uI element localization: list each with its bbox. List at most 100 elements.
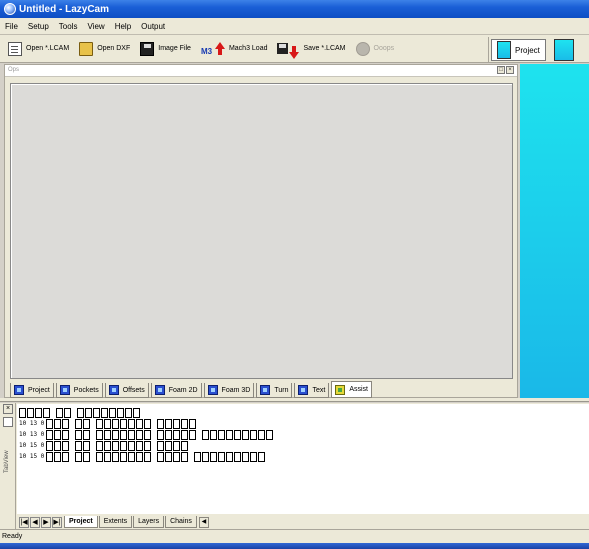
close-icon[interactable]: ×	[506, 66, 514, 74]
log-line: 10 15 0	[19, 451, 589, 462]
missing-glyph-box	[43, 407, 50, 418]
tabview-strip: × TabView	[2, 403, 16, 529]
missing-glyph-box	[266, 429, 274, 440]
missing-glyph-box	[165, 429, 173, 440]
ops-controls: □ ×	[496, 66, 514, 74]
tab-text[interactable]: Text	[294, 383, 330, 398]
missing-glyph-box	[125, 407, 132, 418]
ops-title: Ops	[8, 67, 20, 73]
ops-tab-strip: Project Pockets Offsets Foam 2D Foam 3D …	[10, 380, 374, 398]
missing-glyph-box	[75, 451, 83, 462]
missing-glyph-box	[173, 451, 181, 462]
project-view-icon	[497, 41, 511, 59]
missing-glyph-box	[181, 418, 189, 429]
missing-glyph-box	[46, 440, 54, 451]
save-lcam-button[interactable]: Save *.LCAM	[277, 38, 346, 60]
missing-glyph-box	[226, 429, 234, 440]
menu-tools[interactable]: Tools	[59, 22, 78, 31]
tab-project[interactable]: Project	[10, 383, 54, 398]
missing-glyph-box	[202, 429, 210, 440]
missing-glyph-box	[19, 407, 26, 418]
menu-view[interactable]: View	[87, 22, 104, 31]
missing-glyph-box	[83, 451, 91, 462]
foam-3d-tab-icon	[207, 385, 218, 395]
ooops-button[interactable]: Ooops	[355, 38, 394, 60]
panel-splitter[interactable]	[0, 398, 589, 402]
save-lcam-label: Save *.LCAM	[303, 45, 346, 52]
message-log[interactable]: 10 13 0 10 13 0 10 15 0 10 15 0	[17, 404, 589, 514]
missing-glyph-box	[157, 429, 165, 440]
tab-offsets[interactable]: Offsets	[104, 383, 149, 398]
missing-glyph-box	[46, 451, 54, 462]
bottom-tab-chains[interactable]: Chains	[165, 516, 197, 528]
missing-glyph-box	[27, 407, 34, 418]
missing-glyph-box	[83, 440, 91, 451]
missing-glyph-box	[96, 418, 104, 429]
missing-glyph-box	[165, 440, 173, 451]
missing-glyph-box	[96, 451, 104, 462]
bottom-tab-project[interactable]: Project	[64, 516, 98, 528]
missing-glyph-box	[226, 451, 234, 462]
turn-tab-icon	[260, 385, 271, 395]
tab-foam-2d[interactable]: Foam 2D	[150, 383, 202, 398]
open-lcam-button[interactable]: Open *.LCAM	[8, 38, 69, 60]
missing-glyph-box	[218, 451, 226, 462]
tab-label: Foam 2D	[168, 386, 198, 394]
project-view-button[interactable]: Project	[491, 39, 546, 61]
log-line-prefix: 10 15 0	[19, 453, 45, 460]
prev-tab-icon[interactable]: ◀	[30, 517, 40, 528]
menu-help[interactable]: Help	[115, 22, 131, 31]
bottom-tab-strip: |◀ ◀ ▶ ▶| Project Extents Layers Chains …	[17, 514, 589, 528]
view-toolbar: Project	[488, 37, 589, 63]
image-file-button[interactable]: Image File	[140, 38, 191, 60]
dock-icon[interactable]: □	[497, 66, 505, 74]
missing-glyph-box	[181, 429, 189, 440]
tab-scroll-icon[interactable]: ◀	[198, 517, 209, 528]
tab-foam-3d[interactable]: Foam 3D	[203, 383, 255, 398]
mach3-load-button[interactable]: M3 Mach3 Load	[201, 38, 267, 60]
missing-glyph-box	[128, 429, 136, 440]
missing-glyph-box	[250, 429, 258, 440]
log-line	[19, 407, 589, 418]
missing-glyph-box	[75, 429, 83, 440]
missing-glyph-box	[173, 418, 181, 429]
missing-glyph-box	[109, 407, 116, 418]
tab-pockets[interactable]: Pockets	[55, 383, 103, 398]
missing-glyph-box	[189, 418, 197, 429]
first-tab-icon[interactable]: |◀	[19, 517, 29, 528]
missing-glyph-box	[133, 407, 140, 418]
close-icon[interactable]: ×	[3, 404, 13, 414]
missing-glyph-box	[136, 418, 144, 429]
project-view-label: Project	[515, 45, 540, 55]
mach3-upload-icon: M3	[201, 41, 225, 56]
pockets-tab-icon	[59, 385, 70, 395]
open-dxf-button[interactable]: Open DXF	[79, 38, 130, 60]
missing-glyph-box	[62, 440, 70, 451]
missing-glyph-box	[75, 418, 83, 429]
missing-glyph-box	[56, 407, 63, 418]
bottom-tab-extents[interactable]: Extents	[98, 516, 133, 528]
pin-icon[interactable]	[3, 417, 13, 427]
drawing-viewport[interactable]	[520, 64, 589, 398]
menu-output[interactable]: Output	[141, 22, 165, 31]
missing-glyph-box	[120, 418, 128, 429]
tab-turn[interactable]: Turn	[256, 383, 293, 398]
ops-content-area[interactable]	[10, 83, 513, 379]
screen-view-icon[interactable]	[553, 39, 574, 61]
missing-glyph-box	[104, 429, 112, 440]
menu-file[interactable]: File	[5, 22, 18, 31]
red-down-arrow-icon	[289, 51, 300, 59]
missing-glyph-box	[250, 451, 258, 462]
menu-setup[interactable]: Setup	[28, 22, 49, 31]
tabview-label: TabView	[4, 450, 10, 473]
tab-assist[interactable]: Assist	[331, 381, 372, 398]
log-line: 10 13 0	[19, 418, 589, 429]
bottom-tab-layers[interactable]: Layers	[133, 516, 165, 528]
missing-glyph-box	[218, 429, 226, 440]
missing-glyph-box	[120, 451, 128, 462]
missing-glyph-box	[46, 418, 54, 429]
next-tab-icon[interactable]: ▶	[41, 517, 51, 528]
last-tab-icon[interactable]: ▶|	[52, 517, 62, 528]
tab-label: Assist	[349, 386, 368, 393]
assist-tab-icon	[335, 384, 346, 395]
